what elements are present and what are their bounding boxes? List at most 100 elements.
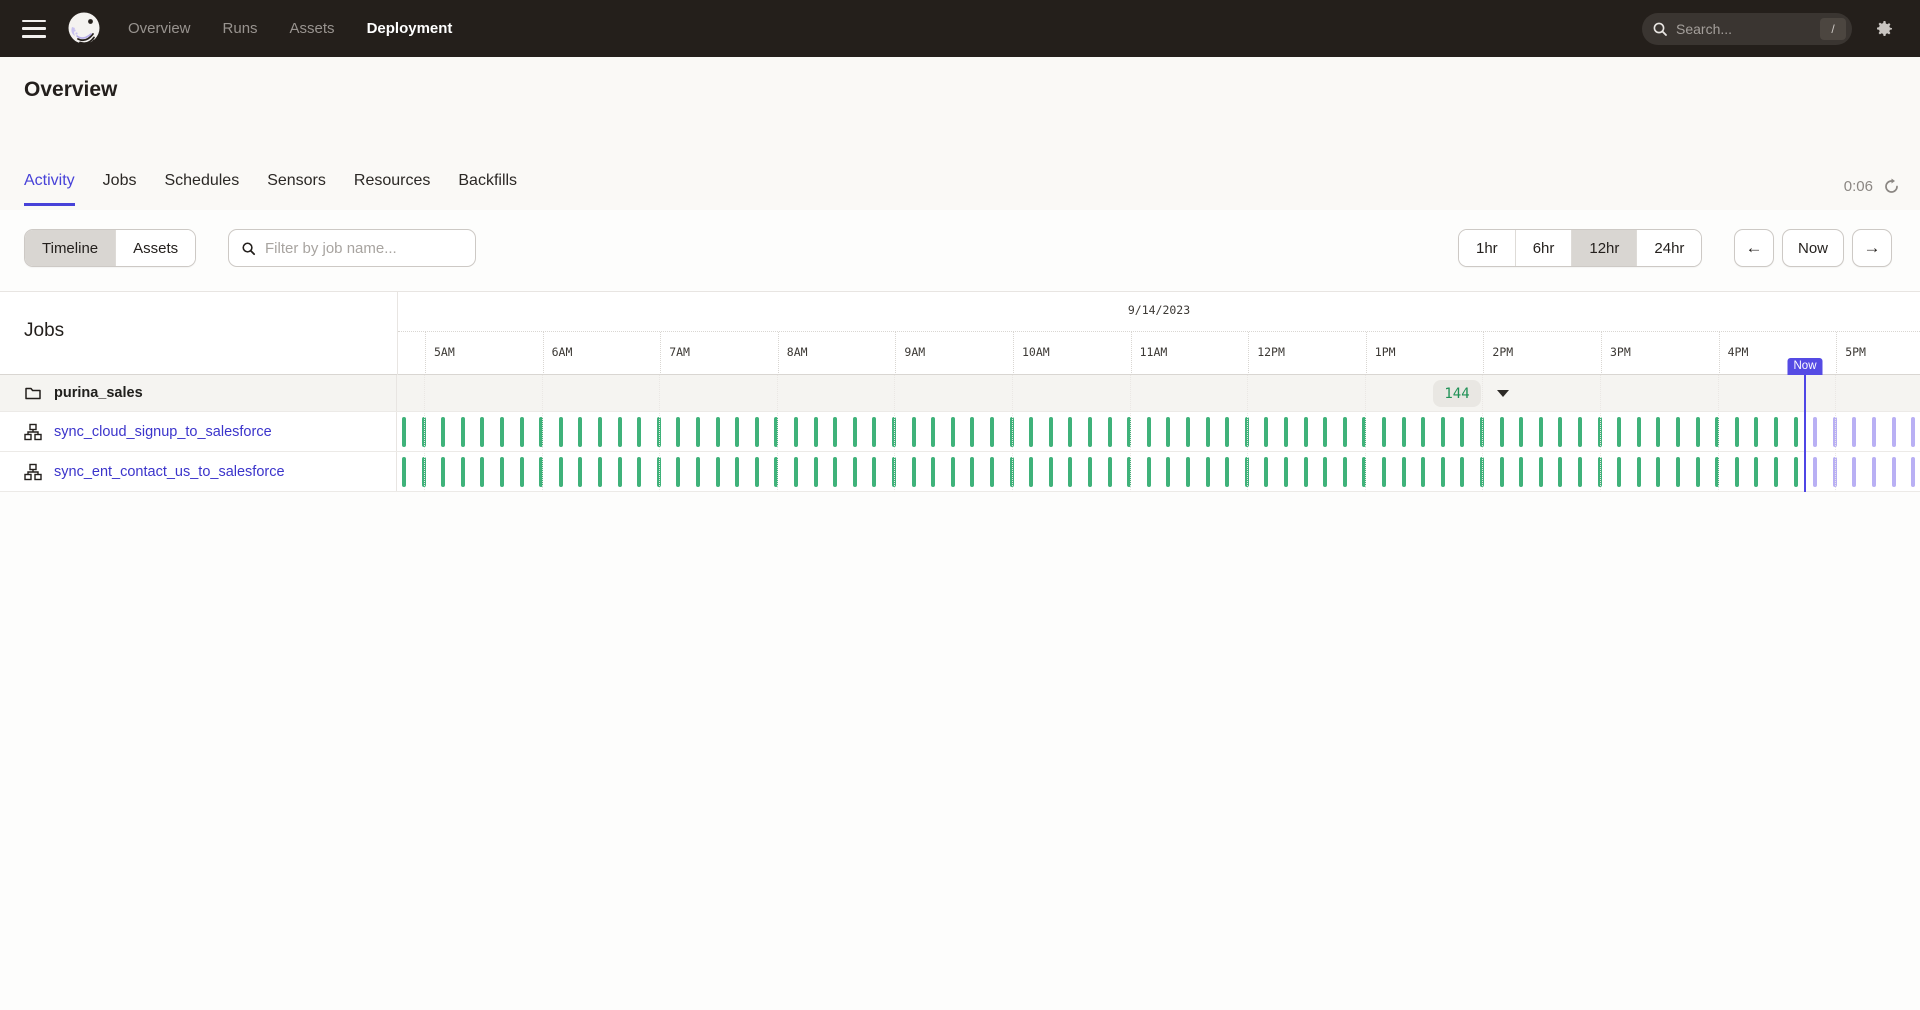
range-1hr[interactable]: 1hr	[1459, 230, 1515, 266]
run-tick[interactable]	[1382, 457, 1386, 487]
run-tick[interactable]	[1578, 417, 1582, 447]
job-filter-input[interactable]: Filter by job name...	[228, 229, 476, 267]
tab-jobs[interactable]: Jobs	[103, 172, 137, 206]
run-tick[interactable]	[931, 457, 935, 487]
run-tick[interactable]	[1637, 457, 1641, 487]
run-tick[interactable]	[1323, 457, 1327, 487]
run-tick[interactable]	[1519, 457, 1523, 487]
run-tick[interactable]	[1088, 457, 1092, 487]
run-tick[interactable]	[1147, 417, 1151, 447]
run-tick[interactable]	[1245, 457, 1249, 487]
nav-item-runs[interactable]: Runs	[223, 20, 258, 37]
run-tick[interactable]	[1421, 457, 1425, 487]
run-tick[interactable]	[598, 457, 602, 487]
run-tick[interactable]	[578, 417, 582, 447]
run-tick[interactable]	[1441, 417, 1445, 447]
run-tick[interactable]	[1206, 417, 1210, 447]
dagster-logo-icon[interactable]	[64, 9, 104, 49]
run-tick[interactable]	[696, 457, 700, 487]
run-tick[interactable]	[735, 457, 739, 487]
run-tick[interactable]	[1225, 457, 1229, 487]
run-tick[interactable]	[716, 457, 720, 487]
run-tick[interactable]	[676, 457, 680, 487]
settings-gear-icon[interactable]	[1874, 19, 1894, 39]
run-tick[interactable]	[912, 457, 916, 487]
run-tick[interactable]	[1735, 417, 1739, 447]
run-tick[interactable]	[598, 417, 602, 447]
run-tick[interactable]	[1304, 457, 1308, 487]
run-tick[interactable]	[696, 417, 700, 447]
run-tick[interactable]	[422, 417, 426, 447]
run-tick[interactable]	[402, 417, 406, 447]
run-tick[interactable]	[794, 417, 798, 447]
run-tick[interactable]	[578, 457, 582, 487]
run-tick[interactable]	[1617, 417, 1621, 447]
group-name[interactable]: purina_sales	[54, 385, 143, 401]
run-tick[interactable]	[951, 457, 955, 487]
range-12hr[interactable]: 12hr	[1571, 230, 1636, 266]
run-tick[interactable]	[1656, 457, 1660, 487]
run-tick[interactable]	[1754, 417, 1758, 447]
run-tick[interactable]	[657, 457, 661, 487]
run-tick[interactable]	[872, 457, 876, 487]
timeline-forward-button[interactable]: →	[1852, 229, 1892, 267]
run-tick[interactable]	[1284, 417, 1288, 447]
run-tick[interactable]	[1813, 417, 1817, 447]
run-tick[interactable]	[1617, 457, 1621, 487]
nav-item-deployment[interactable]: Deployment	[367, 20, 453, 37]
run-tick[interactable]	[520, 417, 524, 447]
run-tick[interactable]	[1264, 457, 1268, 487]
run-tick[interactable]	[970, 457, 974, 487]
run-tick[interactable]	[1108, 417, 1112, 447]
run-tick[interactable]	[1715, 457, 1719, 487]
run-tick[interactable]	[872, 417, 876, 447]
run-tick[interactable]	[1539, 457, 1543, 487]
range-6hr[interactable]: 6hr	[1515, 230, 1572, 266]
job-link[interactable]: sync_cloud_signup_to_salesforce	[54, 424, 272, 440]
run-tick[interactable]	[520, 457, 524, 487]
run-tick[interactable]	[618, 417, 622, 447]
run-tick[interactable]	[1558, 457, 1562, 487]
run-tick[interactable]	[1637, 417, 1641, 447]
run-tick[interactable]	[1892, 417, 1896, 447]
run-tick[interactable]	[1460, 457, 1464, 487]
run-tick[interactable]	[1206, 457, 1210, 487]
run-tick[interactable]	[1068, 457, 1072, 487]
run-tick[interactable]	[755, 457, 759, 487]
run-tick[interactable]	[1833, 417, 1837, 447]
run-tick[interactable]	[794, 457, 798, 487]
range-24hr[interactable]: 24hr	[1636, 230, 1701, 266]
run-tick[interactable]	[774, 417, 778, 447]
run-tick[interactable]	[1127, 457, 1131, 487]
run-tick[interactable]	[480, 417, 484, 447]
run-tick[interactable]	[676, 417, 680, 447]
group-run-count[interactable]: 144	[1433, 380, 1481, 407]
run-tick[interactable]	[1715, 417, 1719, 447]
run-tick[interactable]	[1696, 417, 1700, 447]
run-tick[interactable]	[402, 457, 406, 487]
run-tick[interactable]	[1852, 417, 1856, 447]
run-tick[interactable]	[1166, 417, 1170, 447]
run-tick[interactable]	[1833, 457, 1837, 487]
run-tick[interactable]	[1245, 417, 1249, 447]
run-tick[interactable]	[1421, 417, 1425, 447]
run-tick[interactable]	[1402, 417, 1406, 447]
run-tick[interactable]	[1480, 417, 1484, 447]
run-tick[interactable]	[1519, 417, 1523, 447]
run-tick[interactable]	[657, 417, 661, 447]
run-tick[interactable]	[970, 417, 974, 447]
run-tick[interactable]	[1696, 457, 1700, 487]
run-tick[interactable]	[1029, 457, 1033, 487]
run-tick[interactable]	[559, 417, 563, 447]
run-tick[interactable]	[1754, 457, 1758, 487]
run-tick[interactable]	[1598, 457, 1602, 487]
run-tick[interactable]	[1441, 457, 1445, 487]
run-tick[interactable]	[441, 457, 445, 487]
run-tick[interactable]	[990, 417, 994, 447]
run-tick[interactable]	[1872, 417, 1876, 447]
run-tick[interactable]	[1892, 457, 1896, 487]
run-tick[interactable]	[1500, 417, 1504, 447]
run-tick[interactable]	[461, 457, 465, 487]
menu-icon[interactable]	[22, 20, 46, 38]
run-tick[interactable]	[1049, 457, 1053, 487]
